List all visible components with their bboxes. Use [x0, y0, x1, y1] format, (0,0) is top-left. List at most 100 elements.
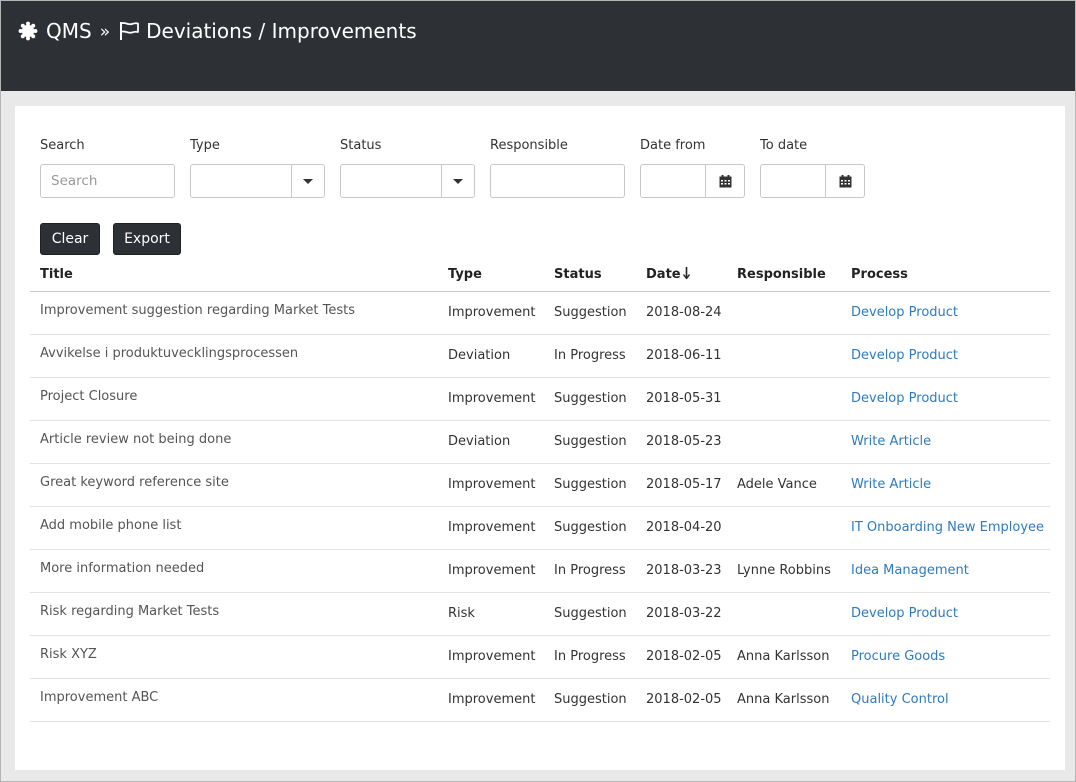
process-link[interactable]: Develop Product	[851, 391, 958, 406]
clear-button[interactable]: Clear	[40, 223, 100, 255]
row-responsible	[727, 592, 841, 636]
table-row[interactable]: Risk XYZ Improvement In Progress 2018-02-05…	[30, 633, 1050, 679]
to-date-calendar-button[interactable]	[825, 165, 864, 197]
type-label: Type	[190, 138, 220, 153]
row-status: Suggestion	[544, 377, 636, 421]
column-header-type[interactable]: Type	[438, 258, 544, 292]
row-status: In Progress	[544, 549, 636, 593]
date-from-calendar-button[interactable]	[705, 165, 744, 197]
row-status: Suggestion	[544, 463, 636, 507]
row-responsible	[727, 334, 841, 378]
search-input[interactable]: Search	[40, 164, 175, 198]
type-dropdown-toggle[interactable]	[291, 165, 324, 197]
sort-down-arrow-icon	[682, 266, 690, 279]
column-header-process[interactable]: Process	[841, 258, 1050, 292]
chevron-down-icon	[453, 178, 463, 184]
row-responsible	[727, 377, 841, 421]
row-responsible: Lynne Robbins	[727, 549, 841, 593]
calendar-icon	[719, 174, 731, 187]
row-type: Improvement	[438, 635, 544, 679]
row-process-cell: Develop Product	[841, 592, 1050, 636]
row-type: Improvement	[438, 549, 544, 593]
process-link[interactable]: Develop Product	[851, 606, 958, 621]
row-responsible: Anna Karlsson	[727, 635, 841, 679]
row-title: Great keyword reference site	[30, 461, 438, 505]
row-title: Improvement suggestion regarding Market …	[30, 289, 438, 333]
row-process-cell: Develop Product	[841, 377, 1050, 421]
process-link[interactable]: Write Article	[851, 434, 931, 449]
column-header-responsible[interactable]: Responsible	[727, 258, 841, 292]
row-title: Risk regarding Market Tests	[30, 590, 438, 634]
row-status: Suggestion	[544, 678, 636, 722]
row-process-cell: Write Article	[841, 463, 1050, 507]
process-link[interactable]: Write Article	[851, 477, 931, 492]
status-select[interactable]	[340, 164, 475, 198]
table-row[interactable]: Avvikelse i produktuvecklingsprocessen De…	[30, 332, 1050, 378]
top-bar: QMS » Deviations / Improvements	[1, 1, 1075, 91]
date-from-label: Date from	[640, 138, 706, 153]
process-link[interactable]: Idea Management	[851, 563, 969, 578]
row-status: In Progress	[544, 334, 636, 378]
row-responsible	[727, 506, 841, 550]
table-row[interactable]: More information needed Improvement In Pro…	[30, 547, 1050, 593]
responsible-input[interactable]	[490, 164, 625, 198]
row-date: 2018-02-05	[636, 635, 727, 679]
row-date: 2018-04-20	[636, 506, 727, 550]
row-type: Improvement	[438, 463, 544, 507]
row-responsible: Anna Karlsson	[727, 678, 841, 722]
row-title: Article review not being done	[30, 418, 438, 462]
row-title: More information needed	[30, 547, 438, 591]
row-status: Suggestion	[544, 592, 636, 636]
type-select[interactable]	[190, 164, 325, 198]
breadcrumb-app-link[interactable]: QMS	[46, 19, 92, 43]
column-header-status[interactable]: Status	[544, 258, 636, 292]
process-link[interactable]: Procure Goods	[851, 649, 945, 664]
row-status: Suggestion	[544, 291, 636, 335]
table-body: Improvement suggestion regarding Market …	[30, 289, 1050, 722]
date-from-input[interactable]	[640, 164, 745, 198]
column-header-date-label: Date	[646, 266, 681, 282]
process-link[interactable]: IT Onboarding New Employee	[851, 520, 1044, 535]
row-status: Suggestion	[544, 420, 636, 464]
row-date: 2018-03-22	[636, 592, 727, 636]
flag-icon	[120, 22, 140, 40]
deviations-table: Title Type Status Date Responsible Proce…	[30, 258, 1050, 722]
table-row[interactable]: Article review not being done Deviation Su…	[30, 418, 1050, 464]
process-link[interactable]: Quality Control	[851, 692, 949, 707]
process-link[interactable]: Develop Product	[851, 348, 958, 363]
row-status: In Progress	[544, 635, 636, 679]
row-date: 2018-06-11	[636, 334, 727, 378]
row-process-cell: Develop Product	[841, 334, 1050, 378]
table-row[interactable]: Improvement ABC Improvement Suggestion 2018…	[30, 676, 1050, 722]
table-row[interactable]: Great keyword reference site Improvement S…	[30, 461, 1050, 507]
to-date-label: To date	[760, 138, 808, 153]
page-title: Deviations / Improvements	[146, 19, 417, 43]
row-date: 2018-05-17	[636, 463, 727, 507]
chevron-down-icon	[303, 178, 313, 184]
to-date-input[interactable]	[760, 164, 865, 198]
process-link[interactable]: Develop Product	[851, 305, 958, 320]
table-row[interactable]: Project Closure Improvement Suggestion 2018…	[30, 375, 1050, 421]
row-process-cell: Develop Product	[841, 291, 1050, 335]
table-row[interactable]: Add mobile phone list Improvement Suggesti…	[30, 504, 1050, 550]
row-type: Deviation	[438, 334, 544, 378]
content-panel: Search Type Status Responsible Date from…	[15, 106, 1065, 770]
table-header-row: Title Type Status Date Responsible Proce…	[30, 258, 1050, 292]
gear-icon	[18, 21, 38, 41]
export-button[interactable]: Export	[113, 223, 181, 255]
row-type: Risk	[438, 592, 544, 636]
row-title: Improvement ABC	[30, 676, 438, 720]
table-row[interactable]: Improvement suggestion regarding Market …	[30, 289, 1050, 335]
row-process-cell: Write Article	[841, 420, 1050, 464]
row-type: Deviation	[438, 420, 544, 464]
row-status: Suggestion	[544, 506, 636, 550]
column-header-title[interactable]: Title	[30, 258, 438, 292]
status-dropdown-toggle[interactable]	[441, 165, 474, 197]
row-responsible	[727, 420, 841, 464]
table-row[interactable]: Risk regarding Market Tests Risk Suggestio…	[30, 590, 1050, 636]
row-title: Risk XYZ	[30, 633, 438, 677]
calendar-icon	[839, 174, 851, 187]
row-title: Add mobile phone list	[30, 504, 438, 548]
column-header-date[interactable]: Date	[636, 258, 727, 292]
responsible-label: Responsible	[490, 138, 568, 153]
